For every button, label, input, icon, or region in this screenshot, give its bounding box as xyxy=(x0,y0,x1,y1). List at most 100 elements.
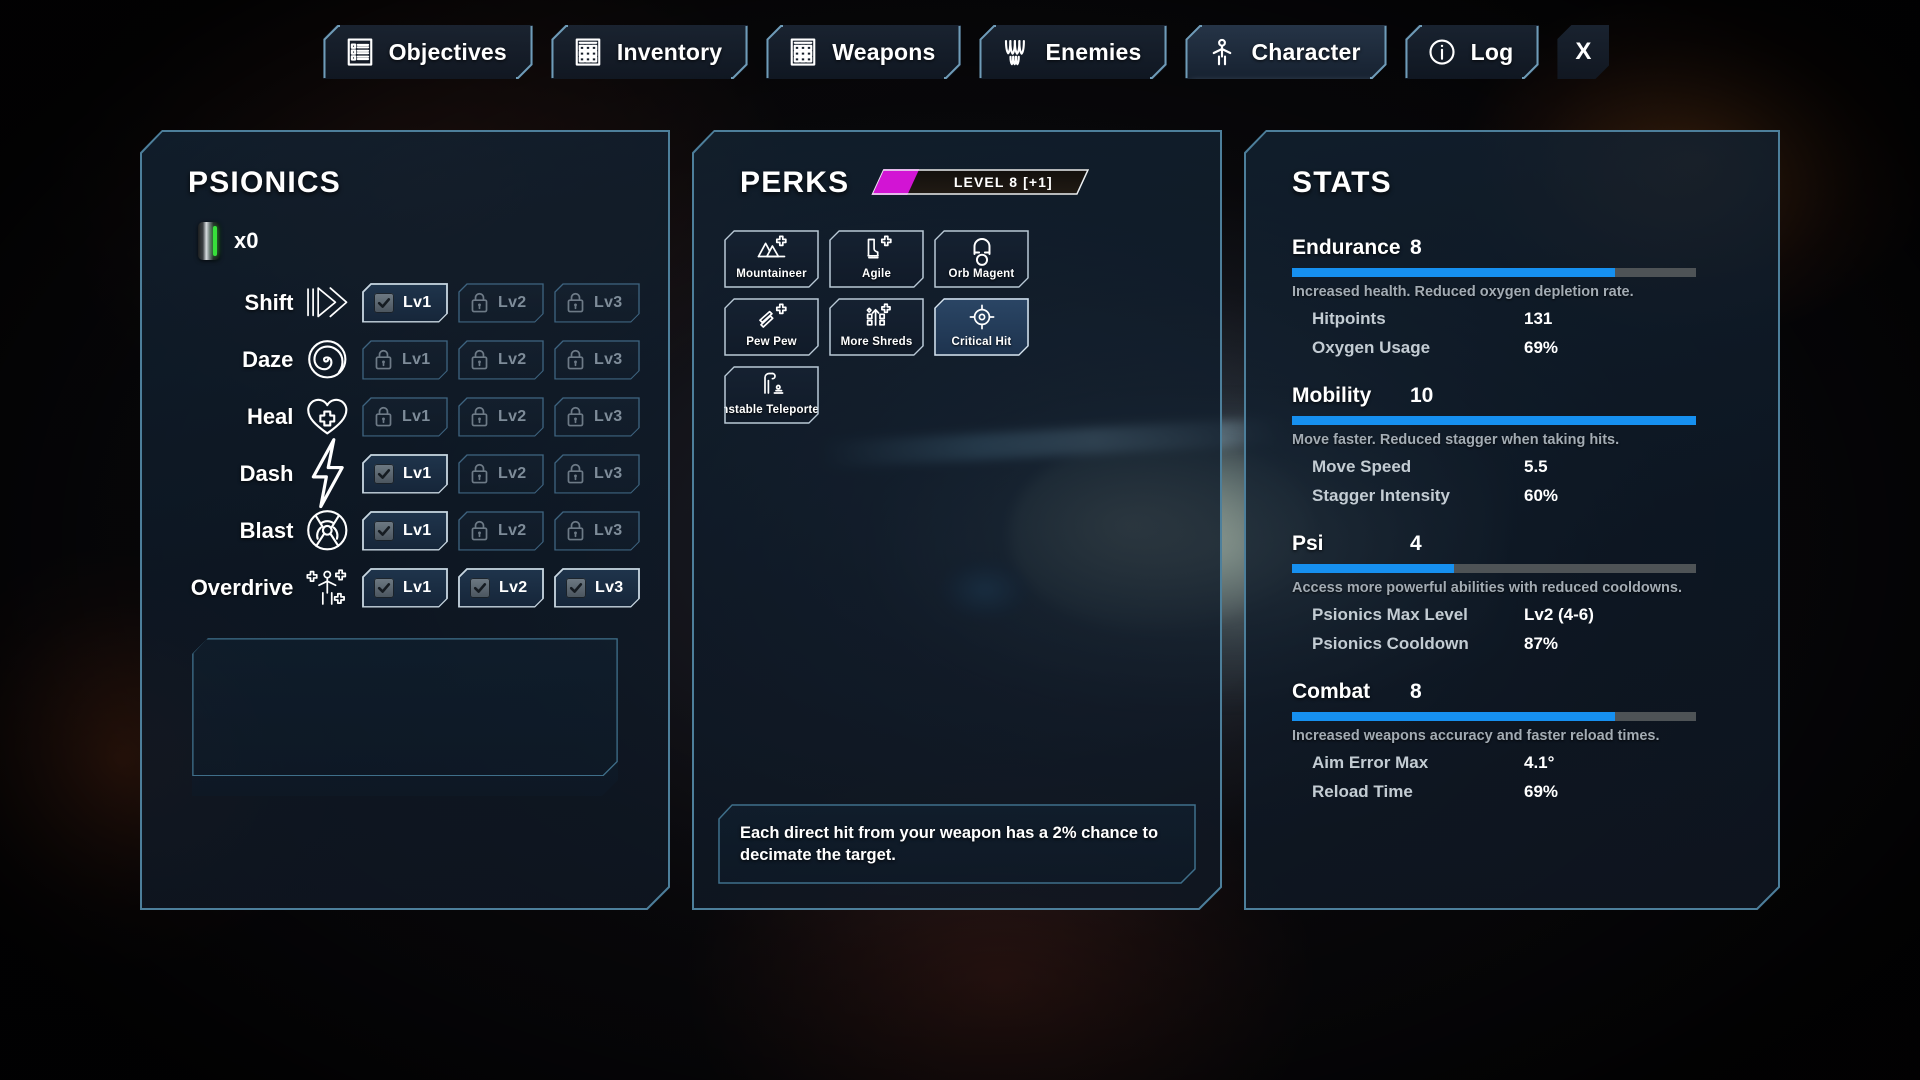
tab-right-bevel xyxy=(943,25,961,79)
perk-grid: Mountaineer Agile Orb Magent Pew Pew Mor… xyxy=(724,230,1124,424)
psionic-overdrive-level-1[interactable]: Lv1 xyxy=(362,568,448,608)
tab-character[interactable]: Character xyxy=(1185,25,1386,79)
perk-orb-magent[interactable]: Orb Magent xyxy=(934,230,1029,288)
tab-selected-underline xyxy=(1191,83,1380,87)
psionic-shift-level-2[interactable]: Lv2 xyxy=(458,283,544,323)
psionic-daze-level-1[interactable]: Lv1 xyxy=(362,340,448,380)
psionic-overdrive-level-3[interactable]: Lv3 xyxy=(554,568,640,608)
perk-pew-pew[interactable]: Pew Pew xyxy=(724,298,819,356)
mountains-plus-icon xyxy=(757,235,787,265)
character-person-icon xyxy=(1207,37,1237,67)
psionic-row-dash: Dash Lv1 Lv2 Lv3 xyxy=(170,445,640,502)
psionic-dash-level-1[interactable]: Lv1 xyxy=(362,454,448,494)
perk-more-shreds[interactable]: More Shreds xyxy=(829,298,924,356)
perks-title: PERKS xyxy=(740,166,850,199)
checkbox-checked-icon xyxy=(374,578,394,598)
stat-progress-bar xyxy=(1292,564,1696,573)
psionic-row-heal: Heal Lv1 Lv2 Lv3 xyxy=(170,388,640,445)
tab-label: Enemies xyxy=(1045,38,1142,65)
psionic-name: Dash xyxy=(239,460,294,486)
main-tab-bar: Objectives Inventory Weapons Enemies Charact… xyxy=(0,0,1920,104)
stat-sub-label: Stagger Intensity xyxy=(1312,486,1450,505)
boot-plus-icon xyxy=(862,235,892,265)
psionic-level-chips: Lv1 Lv2 Lv3 xyxy=(362,283,640,323)
tab-objectives[interactable]: Objectives xyxy=(323,25,533,79)
psionics-title: PSIONICS xyxy=(188,166,341,199)
psionic-daze-level-2[interactable]: Lv2 xyxy=(458,340,544,380)
stat-sub-value: 4.1° xyxy=(1524,753,1555,772)
tab-strip: Objectives Inventory Weapons Enemies Charact… xyxy=(323,25,1540,79)
tab-log[interactable]: Log xyxy=(1405,25,1540,79)
tab-right-bevel xyxy=(1369,25,1387,79)
psionic-heal-level-2[interactable]: Lv2 xyxy=(458,397,544,437)
stat-name: Mobility xyxy=(1292,384,1372,407)
blast-radial-icon xyxy=(305,508,350,554)
perk-level-text: LEVEL 8 [+1] xyxy=(953,174,1053,190)
level-label: Lv3 xyxy=(594,464,623,482)
tab-label: Objectives xyxy=(388,38,507,65)
lock-icon xyxy=(374,349,393,370)
stat-name: Psi xyxy=(1292,532,1324,555)
perk-mountaineer[interactable]: Mountaineer xyxy=(724,230,819,288)
stat-value: 8 xyxy=(1410,236,1422,259)
close-button[interactable]: X xyxy=(1557,25,1609,79)
psionics-ability-list: Shift Lv1 Lv2 Lv3 Daze Lv1 Lv2 Lv3 Heal … xyxy=(170,274,640,616)
psionic-heal-level-3[interactable]: Lv3 xyxy=(554,397,640,437)
stat-sub-row: Psionics Cooldown 87% xyxy=(1312,634,1696,654)
level-label: Lv2 xyxy=(499,578,528,596)
stat-sub-label: Move Speed xyxy=(1312,457,1412,476)
stat-header: Combat 8 xyxy=(1292,680,1696,704)
perk-level-bar: LEVEL 8 [+1] xyxy=(871,169,1089,195)
tab-left-bevel xyxy=(323,25,341,79)
checkbox-checked-icon xyxy=(374,464,394,484)
tab-label: Inventory xyxy=(616,38,723,65)
checkbox-checked-icon xyxy=(470,578,490,598)
stat-sub-row: Stagger Intensity 60% xyxy=(1312,486,1696,506)
psionic-dash-level-3[interactable]: Lv3 xyxy=(554,454,640,494)
perk-agile[interactable]: Agile xyxy=(829,230,924,288)
level-label: Lv2 xyxy=(498,350,527,368)
perk-label: Mountaineer xyxy=(736,268,807,280)
perk-unstable-teleporters[interactable]: Unstable Teleporters xyxy=(724,366,819,424)
psionic-heal-level-1[interactable]: Lv1 xyxy=(362,397,448,437)
psionics-charge-row: x0 xyxy=(198,222,640,260)
level-label: Lv2 xyxy=(498,293,527,311)
stat-description: Access more powerful abilities with redu… xyxy=(1292,580,1682,596)
perk-description-box: Each direct hit from your weapon has a 2… xyxy=(718,804,1196,884)
tab-label: Weapons xyxy=(832,38,936,65)
stat-sub-value: 5.5 xyxy=(1524,457,1548,476)
perk-description-frame xyxy=(718,804,1196,884)
lock-icon xyxy=(470,463,489,484)
close-left-bevel xyxy=(0,0,18,54)
tab-right-bevel xyxy=(730,25,748,79)
psionic-shift-level-1[interactable]: Lv1 xyxy=(362,283,448,323)
checkbox-checked-icon xyxy=(566,578,586,598)
stat-sub-value: Lv2 (4-6) xyxy=(1524,605,1594,624)
psionic-daze-level-3[interactable]: Lv3 xyxy=(554,340,640,380)
psionics-empty-frame xyxy=(192,638,618,776)
stat-block-psi: Psi 4 Access more powerful abilities wit… xyxy=(1292,532,1696,654)
psionic-blast-level-1[interactable]: Lv1 xyxy=(362,511,448,551)
tab-weapons[interactable]: Weapons xyxy=(766,25,961,79)
stat-header: Psi 4 xyxy=(1292,532,1696,556)
tab-enemies[interactable]: Enemies xyxy=(979,25,1167,79)
stat-name: Combat xyxy=(1292,680,1371,703)
tab-right-bevel xyxy=(1149,25,1167,79)
perk-label: More Shreds xyxy=(840,336,913,348)
psionics-panel: PSIONICS x0 Shift Lv1 Lv2 Lv3 Daze Lv1 L… xyxy=(140,130,670,910)
psionic-blast-level-3[interactable]: Lv3 xyxy=(554,511,640,551)
perk-label: Critical Hit xyxy=(951,336,1012,348)
inventory-grid-icon xyxy=(573,37,603,67)
psionic-overdrive-level-2[interactable]: Lv2 xyxy=(458,568,544,608)
psionic-blast-level-2[interactable]: Lv2 xyxy=(458,511,544,551)
stat-sub-value: 69% xyxy=(1524,338,1559,357)
tab-inventory[interactable]: Inventory xyxy=(551,25,748,79)
psionic-dash-level-2[interactable]: Lv2 xyxy=(458,454,544,494)
tab-label: Log xyxy=(1470,38,1514,65)
psionic-level-chips: Lv1 Lv2 Lv3 xyxy=(362,568,640,608)
weapons-grid-icon xyxy=(788,37,818,67)
perk-critical-hit[interactable]: Critical Hit xyxy=(934,298,1029,356)
psionic-shift-level-3[interactable]: Lv3 xyxy=(554,283,640,323)
stat-sub-label: Reload Time xyxy=(1312,782,1413,801)
psionic-name: Blast xyxy=(239,517,294,543)
